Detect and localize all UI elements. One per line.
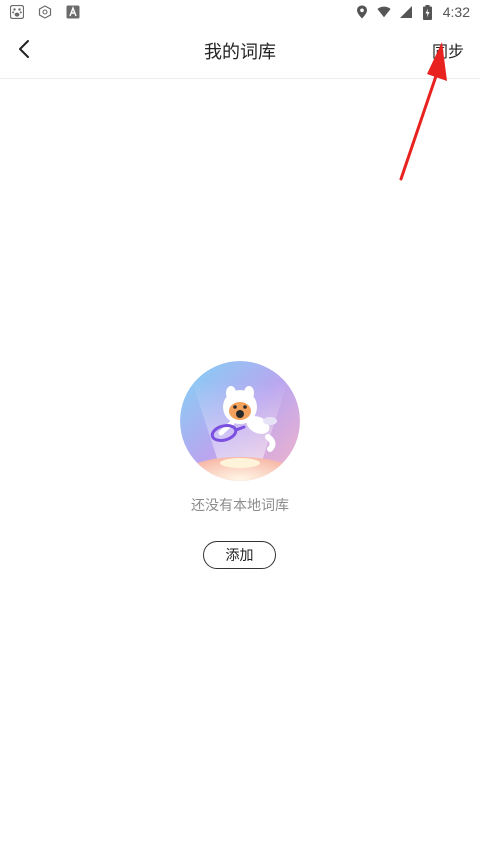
empty-state-illustration xyxy=(180,361,300,481)
location-icon xyxy=(355,5,369,19)
empty-state-message: 还没有本地词库 xyxy=(191,498,289,514)
status-left xyxy=(0,5,80,19)
wifi-icon xyxy=(377,5,391,19)
status-right: 4:32 xyxy=(355,4,480,20)
baidu-paw-icon xyxy=(10,5,24,19)
hexagon-app-icon xyxy=(38,5,52,19)
screen: 4:32 我的词库 同步 还没有本地词库 添加 xyxy=(0,0,480,853)
battery-charging-icon xyxy=(421,4,435,20)
annotation-arrow xyxy=(399,42,447,181)
text-a-icon xyxy=(66,5,80,19)
cell-signal-icon xyxy=(399,5,413,19)
status-bar: 4:32 xyxy=(0,0,480,24)
add-button[interactable]: 添加 xyxy=(203,541,276,569)
status-time: 4:32 xyxy=(442,4,470,20)
